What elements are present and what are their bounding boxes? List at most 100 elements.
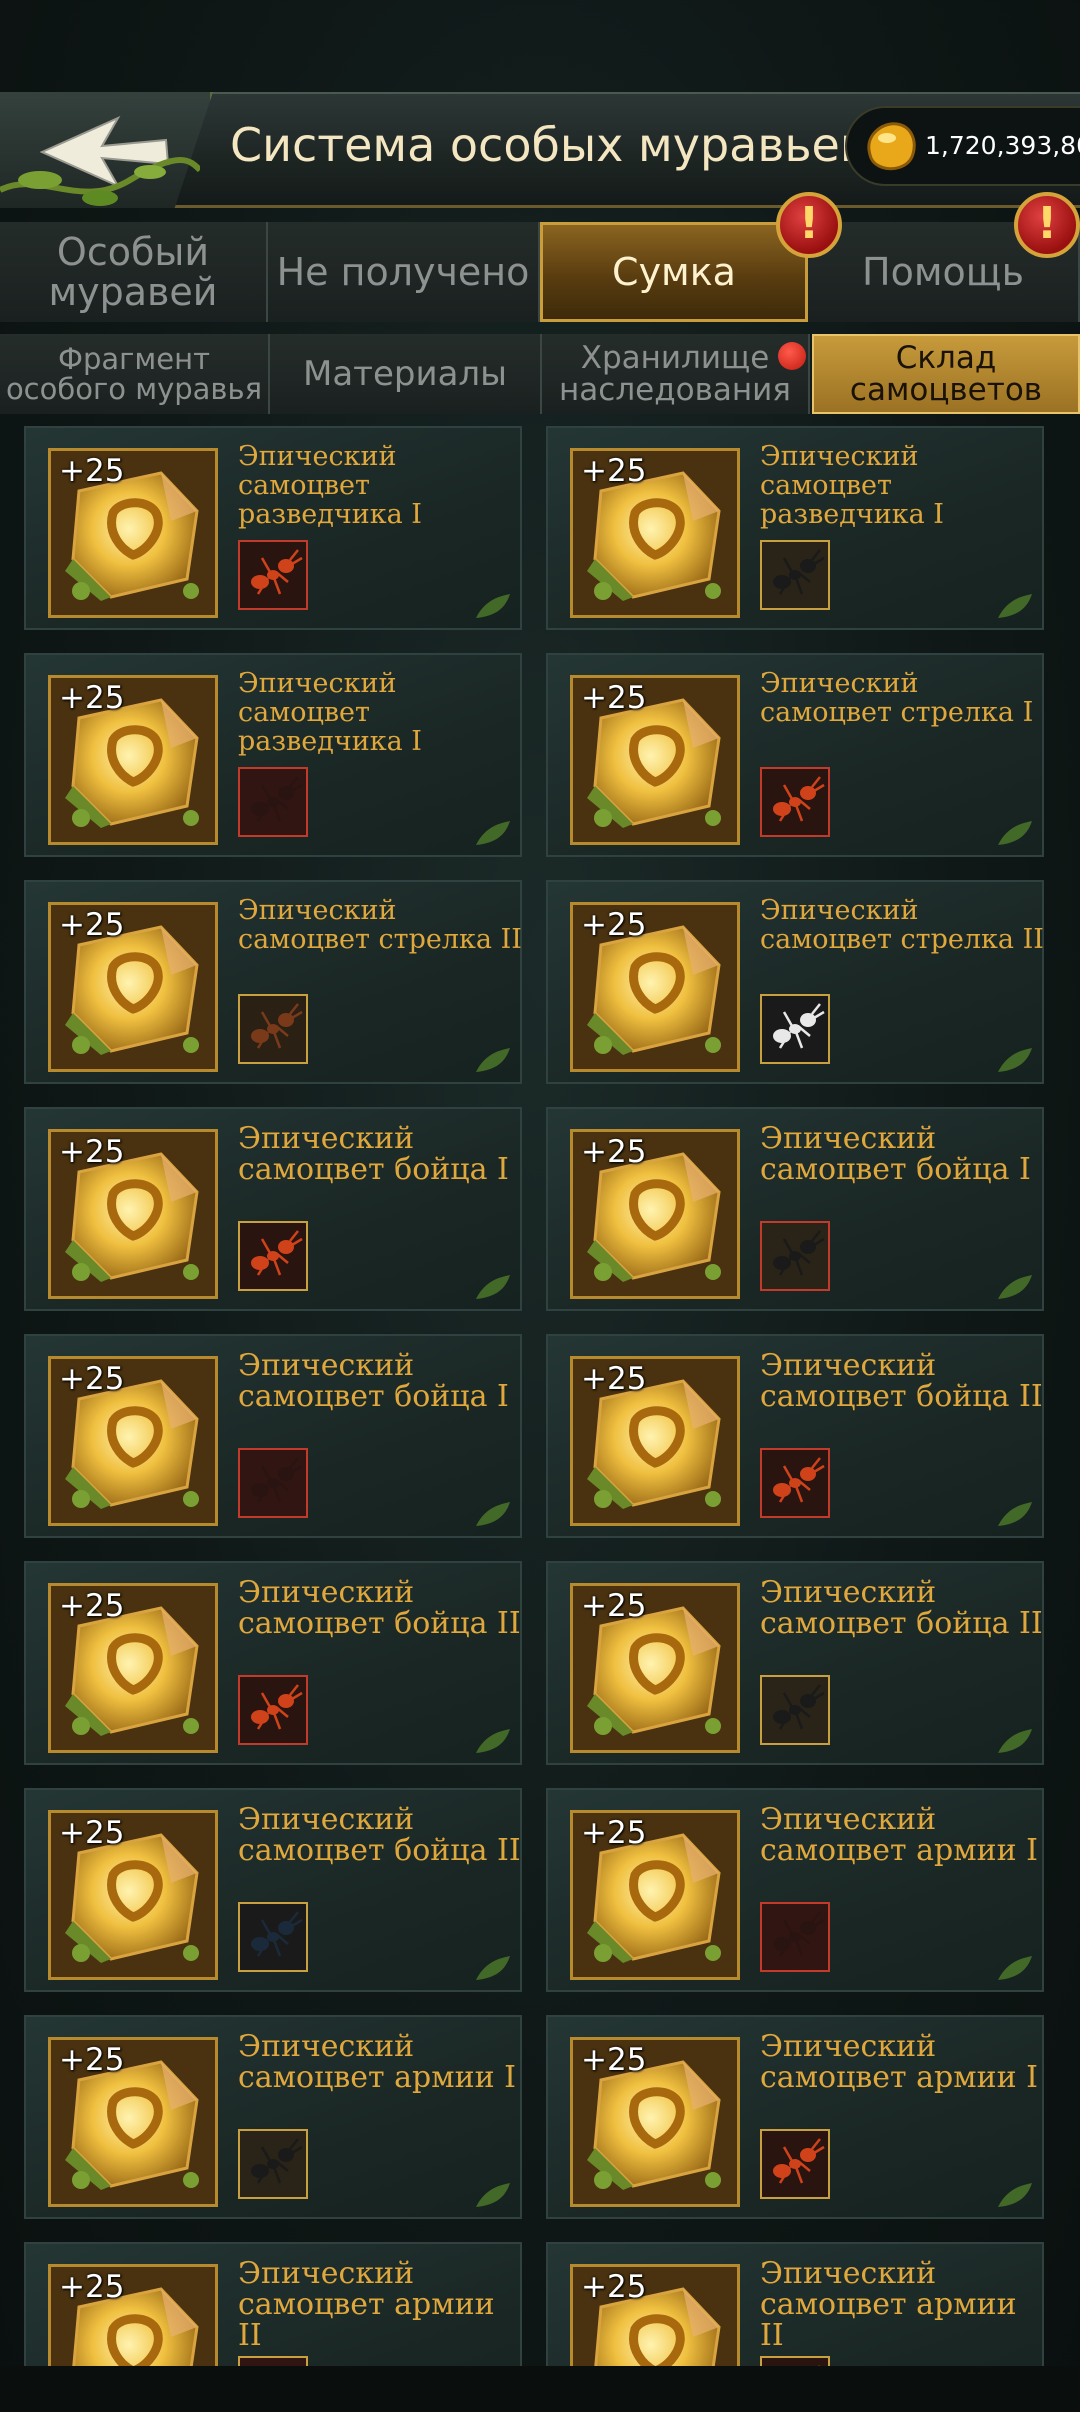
gem-card[interactable]: +25 Эпический самоцвет разведчика I — [546, 426, 1044, 630]
gem-card[interactable]: +25 Эпический самоцвет армии II — [24, 2242, 522, 2367]
gem-card[interactable]: +25 Эпический самоцвет стрелка II — [546, 880, 1044, 1084]
item-count: +25 — [59, 907, 125, 943]
item-count: +25 — [581, 680, 647, 716]
gem-card[interactable]: +25 Эпический самоцвет разведчика I — [24, 653, 522, 857]
fire-ant-icon — [238, 540, 308, 610]
help-alert-icon: ! — [1014, 192, 1080, 258]
tab-bag[interactable]: Сумка — [540, 222, 808, 322]
item-count: +25 — [581, 1588, 647, 1624]
notification-dot — [778, 342, 806, 370]
black-ant-icon — [760, 1675, 830, 1745]
fire-ant-icon — [238, 1675, 308, 1745]
gem-card[interactable]: +25 Эпический самоцвет стрелка II — [24, 880, 522, 1084]
item-count: +25 — [59, 1134, 125, 1170]
item-count: +25 — [59, 2042, 125, 2078]
item-name: Эпический самоцвет бойца I — [238, 1121, 509, 1187]
tab-special-ant[interactable]: Особый муравей — [0, 222, 268, 322]
item-count: +25 — [581, 907, 647, 943]
subtab-gem-warehouse[interactable]: Склад самоцветов — [812, 334, 1080, 414]
item-count: +25 — [59, 453, 125, 489]
item-count: +25 — [581, 2042, 647, 2078]
item-name: Эпический самоцвет армии I — [238, 2029, 516, 2095]
gem-icon: +25 — [570, 1129, 740, 1299]
leaf-decoration — [998, 1729, 1032, 1753]
item-name: Эпический самоцвет разведчика I — [238, 668, 422, 757]
bottom-bar — [0, 2366, 1080, 2412]
gem-icon: +25 — [48, 1810, 218, 1980]
leaf-decoration — [476, 1502, 510, 1526]
gem-card[interactable]: +25 Эпический самоцвет бойца II — [24, 1561, 522, 1765]
item-name: Эпический самоцвет армии I — [760, 2029, 1038, 2095]
gem-card[interactable]: +25 Эпический самоцвет разведчика I — [24, 426, 522, 630]
leaf-decoration — [998, 1048, 1032, 1072]
item-count: +25 — [581, 453, 647, 489]
leaf-decoration — [476, 1048, 510, 1072]
gem-icon: +25 — [48, 448, 218, 618]
gem-icon: +25 — [570, 1356, 740, 1526]
black-ant-icon — [238, 2129, 308, 2199]
gem-card[interactable]: +25 Эпический самоцвет стрелка I — [546, 653, 1044, 857]
item-count: +25 — [59, 1588, 125, 1624]
leaf-decoration — [476, 1956, 510, 1980]
dark-ant-icon — [238, 767, 308, 837]
gem-icon: +25 — [570, 2037, 740, 2207]
gem-icon: +25 — [570, 675, 740, 845]
leaf-decoration — [476, 1729, 510, 1753]
item-name: Эпический самоцвет разведчика I — [238, 441, 422, 530]
gem-card[interactable]: +25 Эпический самоцвет бойца I — [24, 1334, 522, 1538]
gem-card[interactable]: +25 Эпический самоцвет бойца II — [546, 1334, 1044, 1538]
dark-ant-icon — [238, 1448, 308, 1518]
gem-card[interactable]: +25 Эпический самоцвет армии I — [546, 2015, 1044, 2219]
item-name: Эпический самоцвет бойца I — [760, 1121, 1031, 1187]
fire-ant-icon — [760, 2129, 830, 2199]
subtab-inheritance-storage[interactable]: Хранилище наследования — [542, 334, 810, 414]
bag-alert-icon: ! — [776, 192, 842, 258]
gem-icon: +25 — [570, 448, 740, 618]
item-count: +25 — [59, 1815, 125, 1851]
fire-ant-icon — [760, 767, 830, 837]
gem-icon: +25 — [48, 675, 218, 845]
page-title: Система особых муравьев — [230, 118, 867, 172]
gem-card[interactable]: +25 Эпический самоцвет армии II — [546, 2242, 1044, 2367]
item-count: +25 — [581, 2269, 647, 2305]
leaf-decoration — [998, 821, 1032, 845]
item-name: Эпический самоцвет стрелка II — [760, 895, 1044, 955]
currency-display[interactable]: 1,720,393,801 — [845, 106, 1080, 186]
fire-ant-icon — [760, 1448, 830, 1518]
gem-icon: +25 — [48, 2264, 218, 2367]
subtab-materials[interactable]: Материалы — [270, 334, 542, 414]
leaf-decoration — [998, 1275, 1032, 1299]
item-name: Эпический самоцвет армии I — [760, 1802, 1038, 1868]
gem-card[interactable]: +25 Эпический самоцвет бойца I — [24, 1107, 522, 1311]
gem-card[interactable]: +25 Эпический самоцвет армии I — [24, 2015, 522, 2219]
item-count: +25 — [581, 1361, 647, 1397]
leaf-decoration — [476, 1275, 510, 1299]
item-name: Эпический самоцвет армии II — [238, 2256, 495, 2353]
brown-ant-icon — [238, 994, 308, 1064]
gem-card[interactable]: +25 Эпический самоцвет бойца I — [546, 1107, 1044, 1311]
item-count: +25 — [581, 1815, 647, 1851]
leaf-decoration — [998, 1956, 1032, 1980]
gem-icon: +25 — [570, 902, 740, 1072]
gem-icon: +25 — [48, 1129, 218, 1299]
leaf-decoration — [476, 2183, 510, 2207]
item-count: +25 — [59, 680, 125, 716]
gem-icon: +25 — [48, 2037, 218, 2207]
tab-not-received[interactable]: Не получено — [268, 222, 540, 322]
leaf-decoration — [476, 821, 510, 845]
gold-nugget-icon — [867, 122, 916, 171]
item-count: +25 — [59, 1361, 125, 1397]
item-name: Эпический самоцвет бойца II — [238, 1802, 521, 1868]
gem-card[interactable]: +25 Эпический самоцвет бойца II — [24, 1788, 522, 1992]
gem-card[interactable]: +25 Эпический самоцвет армии I — [546, 1788, 1044, 1992]
beetle-ant-icon — [238, 1902, 308, 1972]
item-name: Эпический самоцвет разведчика I — [760, 441, 944, 530]
gem-icon: +25 — [48, 902, 218, 1072]
dark-ant-icon — [760, 1902, 830, 1972]
item-count: +25 — [59, 2269, 125, 2305]
item-name: Эпический самоцвет бойца II — [760, 1348, 1043, 1414]
gem-card[interactable]: +25 Эпический самоцвет бойца II — [546, 1561, 1044, 1765]
gem-icon: +25 — [48, 1583, 218, 1753]
fire-ant-icon — [238, 1221, 308, 1291]
subtab-special-ant-fragment[interactable]: Фрагмент особого муравья — [0, 334, 270, 414]
